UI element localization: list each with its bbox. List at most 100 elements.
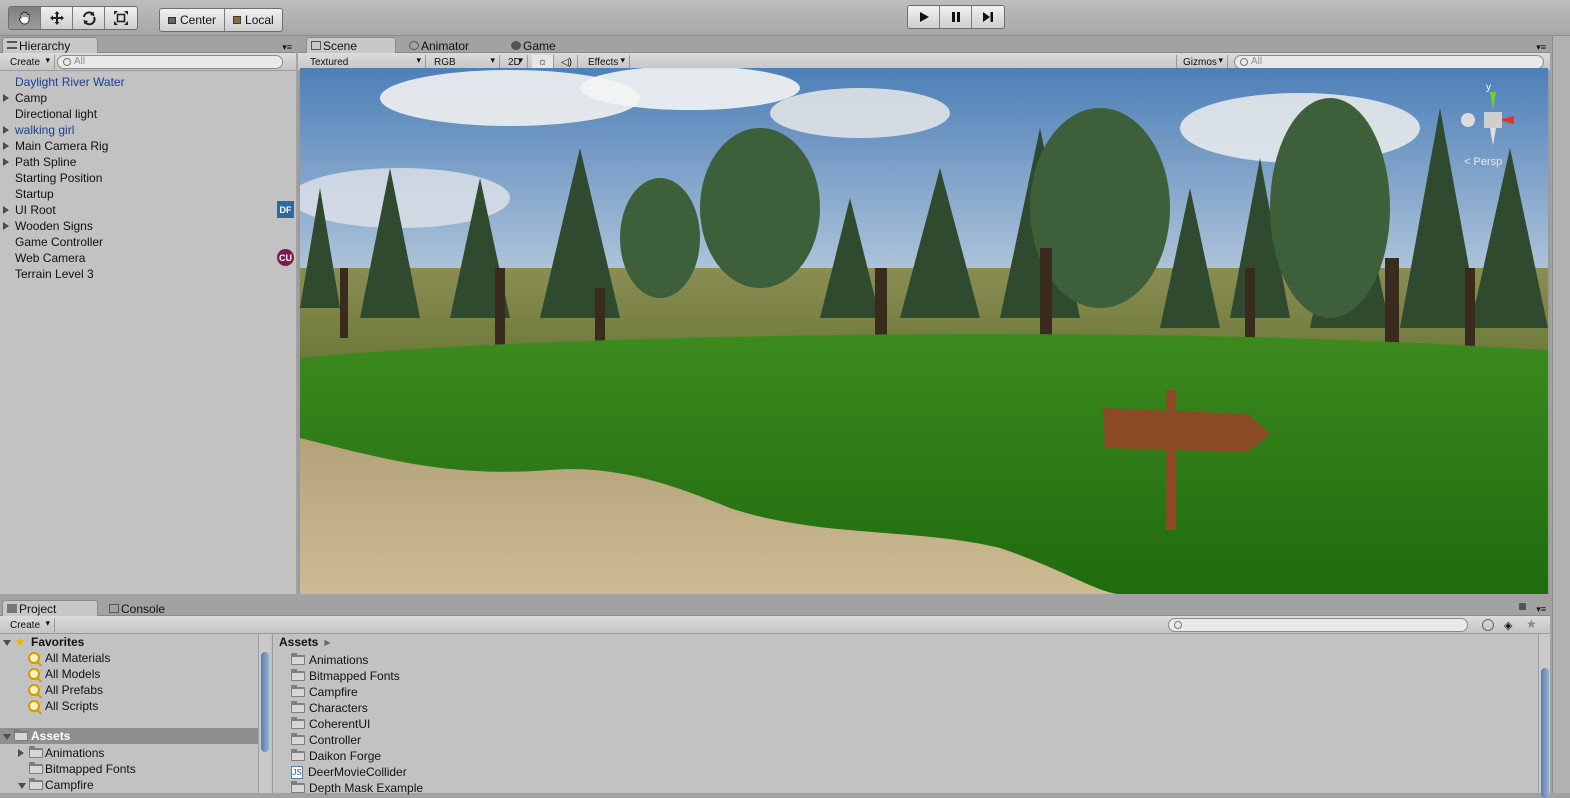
scene-viewport[interactable]: y < Persp	[300, 68, 1548, 594]
tab-scene[interactable]: Scene	[306, 37, 396, 53]
favorite-item[interactable]: All Materials	[0, 650, 258, 666]
render-mode-dropdown[interactable]: Textured	[304, 55, 426, 69]
hierarchy-item[interactable]: Terrain Level 3	[0, 266, 296, 282]
breadcrumb-assets[interactable]: Assets	[279, 635, 318, 649]
files-scrollbar[interactable]	[1538, 634, 1550, 798]
file-item[interactable]: Controller	[291, 732, 891, 748]
project-panel: Project Console ▾≡ Create ◈ ★ ★ Favorite…	[0, 599, 1550, 798]
expand-arrow-icon[interactable]	[3, 640, 11, 646]
pause-button[interactable]	[940, 6, 972, 28]
file-item[interactable]: Campfire	[291, 684, 891, 700]
project-create-dropdown[interactable]: Create	[4, 618, 56, 632]
hierarchy-item[interactable]: Web Camera CU	[0, 249, 296, 266]
files-scrollbar-thumb[interactable]	[1541, 668, 1549, 798]
scene-orientation-gizmo[interactable]: y < Persp	[1458, 82, 1528, 172]
step-icon	[983, 12, 993, 22]
hierarchy-item-label: Directional light	[15, 107, 98, 121]
hierarchy-item[interactable]: Startup	[0, 186, 296, 202]
expand-arrow-icon[interactable]	[3, 126, 9, 134]
rotate-tool-button[interactable]	[73, 7, 105, 29]
folder-icon	[291, 749, 305, 761]
tree-folder-label: Bitmapped Fonts	[45, 762, 136, 776]
favorites-header[interactable]: ★ Favorites	[0, 634, 258, 650]
expand-arrow-icon[interactable]	[3, 222, 9, 230]
file-item[interactable]: Characters	[291, 700, 891, 716]
inspector-edge	[1552, 36, 1570, 793]
expand-arrow-icon[interactable]	[3, 142, 9, 150]
project-search-input[interactable]	[1168, 618, 1468, 632]
hand-tool-button[interactable]	[9, 7, 41, 29]
space-local-button[interactable]: Local	[225, 9, 282, 31]
gizmos-dropdown[interactable]: Gizmos	[1176, 55, 1228, 69]
assets-root[interactable]: Assets	[0, 728, 258, 744]
file-item[interactable]: Bitmapped Fonts	[291, 668, 891, 684]
step-button[interactable]	[972, 6, 1004, 28]
expand-arrow-icon[interactable]	[3, 206, 9, 214]
expand-arrow-icon[interactable]	[3, 94, 9, 102]
hierarchy-item[interactable]: Camp	[0, 90, 296, 106]
hierarchy-item[interactable]: UI Root DF	[0, 201, 296, 218]
tab-game[interactable]: Game	[506, 37, 576, 53]
hierarchy-item[interactable]: Game Controller	[0, 234, 296, 250]
expand-arrow-icon[interactable]	[3, 734, 11, 740]
hierarchy-item[interactable]: Main Camera Rig	[0, 138, 296, 154]
scene-lighting-toggle[interactable]: ☼	[532, 55, 554, 69]
scale-tool-button[interactable]	[105, 7, 137, 29]
scene-search-input[interactable]: All	[1234, 55, 1544, 69]
play-button[interactable]	[908, 6, 940, 28]
panel-menu-icon[interactable]: ▾≡	[1536, 604, 1546, 615]
expand-arrow-icon[interactable]	[18, 749, 24, 757]
mode-2d-toggle[interactable]: 2D	[504, 55, 528, 69]
scene-audio-toggle[interactable]: ◁)	[556, 55, 578, 69]
favorite-item[interactable]: All Prefabs	[0, 682, 258, 698]
tree-folder-item[interactable]: Bitmapped Fonts	[0, 761, 258, 777]
file-item[interactable]: Daikon Forge	[291, 748, 891, 764]
tree-folder-label: Campfire	[45, 778, 94, 792]
tab-console[interactable]: Console	[104, 600, 178, 616]
folder-icon	[291, 717, 305, 729]
folder-icon	[291, 781, 305, 793]
hierarchy-item[interactable]: Path Spline	[0, 154, 296, 170]
expand-arrow-icon[interactable]	[3, 158, 9, 166]
favorite-star-icon[interactable]: ★	[1526, 617, 1537, 631]
tab-hierarchy[interactable]: Hierarchy	[2, 37, 98, 53]
file-item[interactable]: Depth Mask Example	[291, 780, 891, 796]
hierarchy-item[interactable]: Wooden Signs	[0, 218, 296, 234]
hierarchy-search-input[interactable]: All	[57, 55, 283, 69]
hierarchy-item[interactable]: walking girl	[0, 122, 296, 138]
orientation-gizmo-icon	[1461, 92, 1514, 146]
breadcrumb-arrow-icon: ▶	[324, 637, 331, 647]
panel-menu-icon[interactable]: ▾≡	[282, 42, 292, 53]
file-item[interactable]: Animations	[291, 652, 891, 668]
tree-scrollbar[interactable]	[258, 634, 270, 793]
file-item-label: Characters	[309, 701, 368, 715]
file-item[interactable]: JS DeerMovieCollider	[291, 764, 891, 780]
list-icon	[7, 41, 17, 49]
folder-icon	[291, 733, 305, 745]
tab-animator[interactable]: Animator	[404, 37, 492, 53]
tab-project[interactable]: Project	[2, 600, 98, 616]
lock-icon[interactable]	[1519, 603, 1526, 610]
effects-dropdown[interactable]: Effects	[582, 55, 630, 69]
gizmos-label: Gizmos	[1183, 56, 1217, 68]
hierarchy-item[interactable]: Starting Position	[0, 170, 296, 186]
render-mode-label: Textured	[310, 56, 349, 68]
hierarchy-item[interactable]: Directional light	[0, 106, 296, 122]
pivot-center-button[interactable]: Center	[160, 9, 226, 31]
panel-menu-icon[interactable]: ▾≡	[1536, 42, 1546, 53]
filter-label-icon[interactable]: ◈	[1504, 619, 1512, 632]
expand-arrow-icon[interactable]	[18, 783, 26, 789]
favorite-item[interactable]: All Models	[0, 666, 258, 682]
color-mode-dropdown[interactable]: RGB	[428, 55, 500, 69]
hierarchy-item[interactable]: Daylight River Water	[0, 74, 296, 90]
filter-type-icon[interactable]	[1482, 619, 1494, 631]
hierarchy-create-dropdown[interactable]: Create	[4, 55, 56, 69]
tree-scrollbar-thumb[interactable]	[261, 652, 269, 752]
file-item[interactable]: CoherentUI	[291, 716, 891, 732]
create-label: Create	[10, 56, 41, 68]
hierarchy-item-label: Daylight River Water	[15, 75, 125, 89]
tree-folder-item[interactable]: Animations	[0, 745, 258, 761]
favorite-item[interactable]: All Scripts	[0, 698, 258, 714]
move-tool-button[interactable]	[41, 7, 73, 29]
tree-folder-item[interactable]: Campfire	[0, 777, 258, 793]
